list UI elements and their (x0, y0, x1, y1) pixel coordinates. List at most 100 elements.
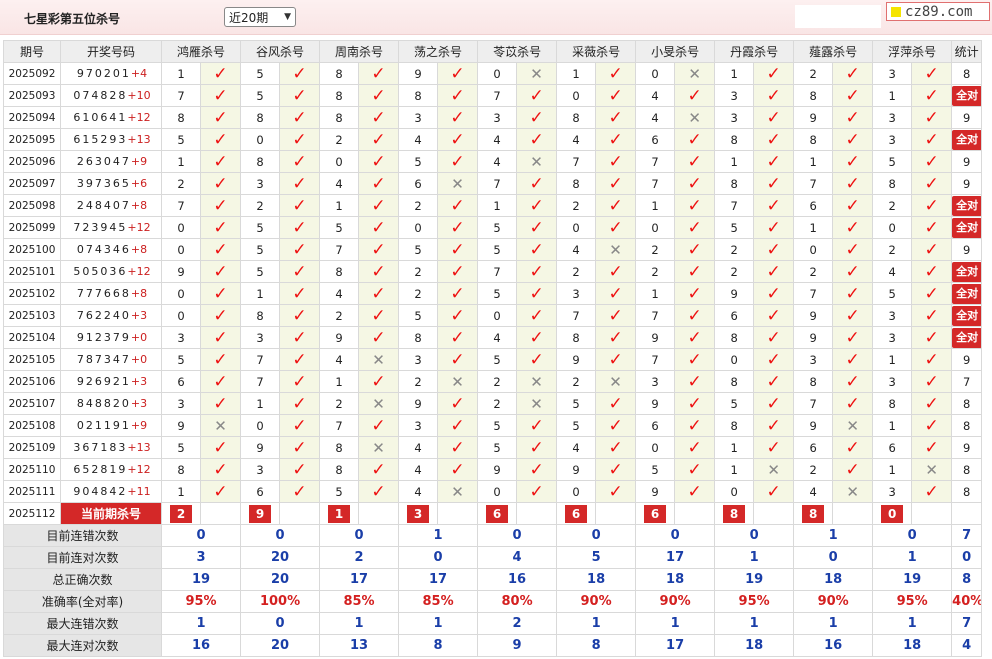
site-logo[interactable]: cz89.com (886, 2, 990, 21)
result-mark-cell: ✕ (674, 62, 716, 85)
check-icon: ✓ (529, 327, 544, 348)
kill-number-cell: 2 (319, 128, 360, 151)
kill-number-cell: 1 (714, 150, 755, 173)
kill-number-cell: 5 (398, 238, 439, 261)
kill-number-cell: 2 (398, 282, 439, 305)
draw-numbers-cell: 926921+3 (60, 370, 162, 393)
kill-number-cell: 3 (872, 480, 913, 503)
kill-number-cell: 7 (319, 414, 360, 437)
stats-value: 1 (635, 612, 716, 635)
header-expert[interactable]: 浮萍杀号 (872, 40, 953, 63)
check-icon: ✓ (450, 415, 465, 436)
current-kill-spacer (911, 502, 953, 525)
result-mark-cell: ✓ (674, 348, 716, 371)
kill-number-cell: 1 (872, 458, 913, 481)
header-expert[interactable]: 小旻杀号 (635, 40, 716, 63)
stats-value: 1 (872, 612, 953, 635)
result-mark-cell: ✓ (358, 480, 400, 503)
check-icon: ✓ (450, 349, 465, 370)
kill-number-cell: 1 (319, 194, 360, 217)
result-mark-cell: ✕ (595, 370, 637, 393)
stats-value: 0 (872, 524, 953, 547)
result-mark-cell: ✓ (595, 216, 637, 239)
check-icon: ✓ (924, 107, 939, 128)
header-expert[interactable]: 谷风杀号 (240, 40, 321, 63)
check-icon: ✓ (766, 305, 781, 326)
check-icon: ✓ (213, 261, 228, 282)
check-icon: ✓ (371, 151, 386, 172)
check-icon: ✓ (924, 151, 939, 172)
stats-value: 2 (319, 546, 400, 569)
header-expert[interactable]: 荡之杀号 (398, 40, 479, 63)
kill-number-cell: 0 (635, 436, 676, 459)
table-row: 2025107 848820+3 3 ✓ 1 ✓ 2 ✕ 9 ✓ 2 ✕ 5 ✓ 9 ✓ 5 ✓ 7 ✓ 8 ✓ 8 (3, 392, 983, 415)
check-icon: ✓ (450, 327, 465, 348)
current-kill-cell: 2 (161, 502, 201, 525)
all-correct-badge: 全对 (952, 217, 981, 238)
header-expert[interactable]: 鸿雁杀号 (160, 40, 242, 63)
check-icon: ✓ (766, 261, 781, 282)
draw-sum: +8 (130, 243, 148, 256)
header-expert[interactable]: 周南杀号 (319, 40, 400, 63)
current-kill-spacer (279, 502, 321, 525)
period-select[interactable]: 近20期 ▼ (224, 7, 296, 27)
kill-number-cell: 2 (240, 194, 281, 217)
current-kill-number: 0 (881, 504, 904, 523)
header-stats: 统计 (951, 40, 983, 63)
stats-total: 7 (951, 612, 983, 635)
kill-number-cell: 3 (240, 172, 281, 195)
kill-number-cell: 8 (714, 172, 755, 195)
kill-number-cell: 8 (398, 326, 439, 349)
draw-numbers-cell: 021191+9 (60, 414, 162, 437)
result-mark-cell: ✓ (832, 326, 874, 349)
issue-cell: 2025104 (3, 326, 61, 349)
check-icon: ✓ (845, 217, 860, 238)
result-mark-cell: ✓ (832, 392, 874, 415)
header-expert[interactable]: 薤露杀号 (793, 40, 874, 63)
check-icon: ✓ (924, 195, 939, 216)
check-icon: ✓ (687, 393, 702, 414)
kill-number-cell: 3 (872, 304, 913, 327)
stats-value: 3 (160, 546, 242, 569)
kill-number-cell: 3 (793, 348, 834, 371)
draw-numbers-cell: 610641+12 (60, 106, 162, 129)
issue-cell: 2025105 (3, 348, 61, 371)
kill-number-cell: 8 (319, 84, 360, 107)
draw-sum: +6 (130, 177, 148, 190)
kill-number-cell: 8 (556, 172, 597, 195)
result-mark-cell: ✓ (753, 194, 795, 217)
draw-digits: 505036 (73, 265, 128, 278)
stat-cell: 9 (951, 150, 983, 173)
check-icon: ✓ (292, 437, 307, 458)
check-icon: ✓ (608, 85, 623, 106)
check-icon: ✓ (529, 481, 544, 502)
header-expert[interactable]: 采薇杀号 (556, 40, 637, 63)
stats-row: 最大连对次数 16 20 13 8 9 8 17 18 16 18 4 (3, 634, 983, 657)
check-icon: ✓ (924, 349, 939, 370)
check-icon: ✓ (529, 217, 544, 238)
check-icon: ✓ (213, 437, 228, 458)
check-icon: ✓ (529, 415, 544, 436)
header-expert[interactable]: 丹霞杀号 (714, 40, 795, 63)
check-icon: ✓ (371, 85, 386, 106)
result-mark-cell: ✓ (674, 128, 716, 151)
kill-number-cell: 9 (161, 414, 201, 437)
result-mark-cell: ✓ (753, 282, 795, 305)
stats-value: 18 (635, 568, 716, 591)
stat-cell: 8 (951, 414, 983, 437)
check-icon: ✓ (845, 173, 860, 194)
stats-row: 最大连错次数 1 0 1 1 2 1 1 1 1 1 7 (3, 612, 983, 635)
table-row: 2025098 248407+8 7 ✓ 2 ✓ 1 ✓ 2 ✓ 1 ✓ 2 ✓ 1 ✓ 7 ✓ 6 ✓ 2 ✓ 全对 (3, 194, 983, 217)
kill-number-cell: 7 (793, 282, 834, 305)
result-mark-cell: ✓ (911, 436, 953, 459)
draw-numbers-cell: 777668+8 (60, 282, 162, 305)
draw-numbers-cell: 615293+13 (60, 128, 162, 151)
kill-number-cell: 2 (635, 260, 676, 283)
result-mark-cell: ✓ (595, 172, 637, 195)
header-expert[interactable]: 苓苡杀号 (477, 40, 558, 63)
stats-value: 1 (714, 546, 795, 569)
check-icon: ✓ (687, 239, 702, 260)
kill-number-cell: 8 (872, 172, 913, 195)
check-icon: ✓ (766, 415, 781, 436)
result-mark-cell: ✓ (753, 260, 795, 283)
